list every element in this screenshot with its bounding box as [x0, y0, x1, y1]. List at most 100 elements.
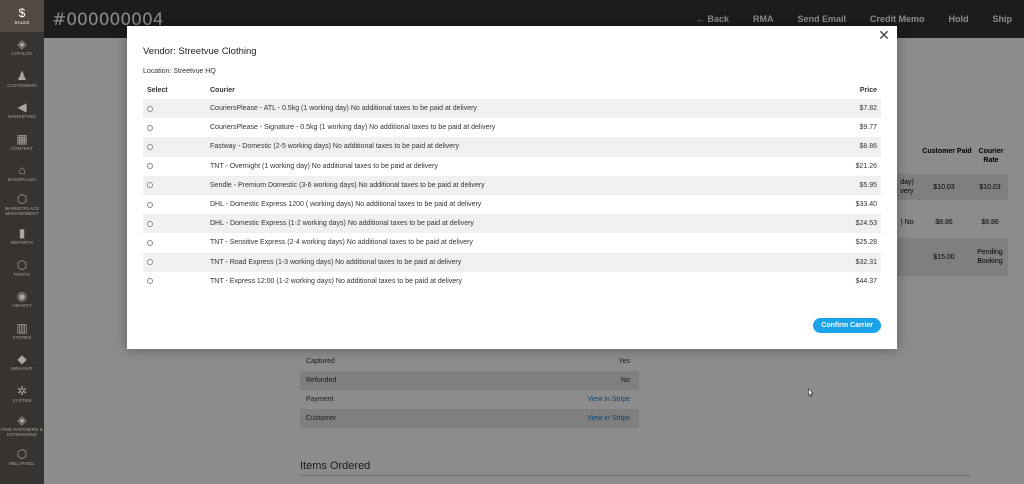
sidebar-item-label: MAGEPLAZA [7, 177, 37, 183]
courier-radio[interactable] [147, 201, 153, 208]
courier-name: TNT - Express 12:00 (1-2 working days) N… [210, 277, 462, 285]
sidebar-item-marketing[interactable]: ◀ MARKETING [0, 95, 44, 127]
select-cell [143, 163, 210, 170]
courier-name: CouriersPlease - Signature - 0.5kg (1 wo… [210, 124, 496, 132]
person-icon: ♟ [16, 68, 28, 83]
sidebar-item-weltpixel[interactable]: ⬡ WELTPIXEL [0, 441, 44, 473]
courier-row[interactable]: Sendle - Premium Domestic (3-6 working d… [143, 175, 881, 195]
amasty-icon: ◉ [16, 289, 28, 304]
courier-table: Select Courier Price CouriersPlease - AT… [143, 82, 881, 291]
courier-price: $7.82 [859, 105, 877, 113]
sidebar-item-label: MARKETPLACE MANAGEMENT [4, 206, 40, 217]
layout-icon: ▦ [16, 131, 28, 146]
courier-name: DHL - Domestic Express 1200 ( working da… [210, 201, 482, 209]
sidebar-item-label: MIRASVIT [10, 366, 34, 372]
courier-price: $21.26 [855, 162, 877, 170]
col-price: Price [859, 87, 877, 94]
col-courier: Courier [210, 87, 235, 94]
sidebar-item-system[interactable]: ✲ SYSTEM [0, 378, 44, 410]
gear-icon: ✲ [16, 383, 28, 398]
mirasvit-icon: ◆ [17, 352, 27, 367]
courier-radio[interactable] [147, 182, 153, 189]
sidebar-item-marketplace-management[interactable]: ⬡ MARKETPLACE MANAGEMENT [0, 189, 44, 221]
select-cell [143, 105, 210, 112]
sidebar-item-label: CONTENT [10, 145, 34, 151]
col-select: Select [147, 87, 168, 94]
courier-row[interactable]: TNT - Road Express (1-3 working days) No… [143, 252, 881, 272]
sidebar-item-label: FIND PARTNERS & EXTENSIONS [1, 426, 43, 437]
sidebar-item-label: SYSTEM [12, 397, 32, 403]
courier-price: $5.95 [859, 181, 877, 189]
cube-icon: ◈ [17, 37, 27, 52]
select-cell [143, 239, 210, 246]
courier-radio[interactable] [147, 278, 153, 285]
sidebar-item-catalog[interactable]: ◈ CATALOG [0, 32, 44, 64]
mageplaza-icon: ⌂ [18, 163, 26, 178]
confirm-carrier-button[interactable]: Confirm Carrier [813, 318, 881, 333]
sidebar-item-label: SALES [14, 19, 30, 25]
courier-name: CouriersPlease - ATL - 0.5kg (1 working … [210, 105, 477, 113]
courier-radio[interactable] [147, 239, 153, 246]
dollar-icon: $ [18, 5, 26, 20]
sidebar-item-label: MARKETING [8, 114, 36, 120]
sidebar-item-amasty[interactable]: ◉ AMASTY [0, 284, 44, 316]
courier-radio[interactable] [147, 259, 153, 266]
courier-row[interactable]: DHL - Domestic Express (1-2 working days… [143, 214, 881, 234]
store-icon: ▥ [16, 320, 28, 335]
sidebar-item-reports[interactable]: ▮ REPORTS [0, 221, 44, 253]
courier-row[interactable]: CouriersPlease - Signature - 0.5kg (1 wo… [143, 118, 881, 137]
sidebar-item-stores[interactable]: ▥ STORES [0, 315, 44, 347]
courier-radio[interactable] [147, 124, 153, 131]
weltpixel-icon: ⬡ [16, 446, 28, 461]
courier-row[interactable]: TNT - Sensitive Express (2-4 working day… [143, 233, 881, 252]
select-cell [143, 220, 210, 227]
sidebar-item-label: AMASTY [12, 303, 32, 309]
bar-chart-icon: ▮ [18, 226, 26, 241]
mouse-cursor-icon [808, 388, 814, 397]
courier-price: $24.53 [855, 220, 877, 228]
sidebar-item-mageplaza[interactable]: ⌂ MAGEPLAZA [0, 158, 44, 190]
courier-price: $32.31 [855, 258, 877, 266]
vendor-location: Location: Streetvue HQ [143, 68, 216, 75]
courier-name: TNT - Road Express (1-3 working days) No… [210, 258, 462, 266]
select-cell [143, 124, 210, 131]
sidebar-item-porto[interactable]: ⬡ PORTO [0, 252, 44, 284]
partners-icon: ◈ [17, 412, 27, 427]
courier-radio[interactable] [147, 220, 153, 227]
courier-radio[interactable] [147, 105, 153, 112]
select-carrier-modal: ✕ Vendor: Streetvue Clothing Location: S… [127, 26, 897, 349]
courier-name: TNT - Overnight (1 working day) No addit… [210, 162, 438, 170]
sidebar-item-label: CATALOG [11, 51, 33, 57]
sidebar-item-customers[interactable]: ♟ CUSTOMERS [0, 63, 44, 95]
courier-row[interactable]: DHL - Domestic Express 1200 ( working da… [143, 195, 881, 214]
close-icon[interactable]: ✕ [877, 28, 891, 42]
courier-name: TNT - Sensitive Express (2-4 working day… [210, 239, 473, 247]
admin-sidebar: $ SALES ◈ CATALOG ♟ CUSTOMERS ◀ MARKETING ▦ CONTE… [0, 0, 44, 484]
courier-row[interactable]: TNT - Express 12:00 (1-2 working days) N… [143, 272, 881, 291]
sidebar-item-label: PORTO [13, 271, 31, 277]
sidebar-item-find-partners-extensions[interactable]: ◈ FIND PARTNERS & EXTENSIONS [0, 410, 44, 442]
courier-row[interactable]: Fastway - Domestic (2-5 working days) No… [143, 137, 881, 157]
courier-row[interactable]: CouriersPlease - ATL - 0.5kg (1 working … [143, 99, 881, 119]
courier-name: Fastway - Domestic (2-5 working days) No… [210, 143, 459, 151]
select-cell [143, 182, 210, 189]
sidebar-item-content[interactable]: ▦ CONTENT [0, 126, 44, 158]
courier-name: Sendle - Premium Domestic (3-6 working d… [210, 181, 485, 189]
megaphone-icon: ◀ [17, 100, 27, 115]
courier-price: $44.37 [855, 277, 877, 285]
sidebar-item-sales[interactable]: $ SALES [0, 0, 44, 32]
sidebar-item-label: CUSTOMERS [7, 82, 37, 88]
courier-table-header: Select Courier Price [143, 82, 881, 99]
sidebar-item-label: REPORTS [10, 240, 34, 246]
courier-row[interactable]: TNT - Overnight (1 working day) No addit… [143, 157, 881, 176]
sidebar-item-label: STORES [12, 334, 32, 340]
courier-radio[interactable] [147, 143, 153, 150]
select-cell [143, 201, 210, 208]
courier-name: DHL - Domestic Express (1-2 working days… [210, 220, 474, 228]
courier-price: $33.40 [855, 201, 877, 209]
select-cell [143, 278, 210, 285]
vendor-title: Vendor: Streetvue Clothing [143, 46, 257, 57]
courier-radio[interactable] [147, 163, 153, 170]
sidebar-item-mirasvit[interactable]: ◆ MIRASVIT [0, 347, 44, 379]
hexagon-icon: ⬡ [16, 192, 28, 207]
